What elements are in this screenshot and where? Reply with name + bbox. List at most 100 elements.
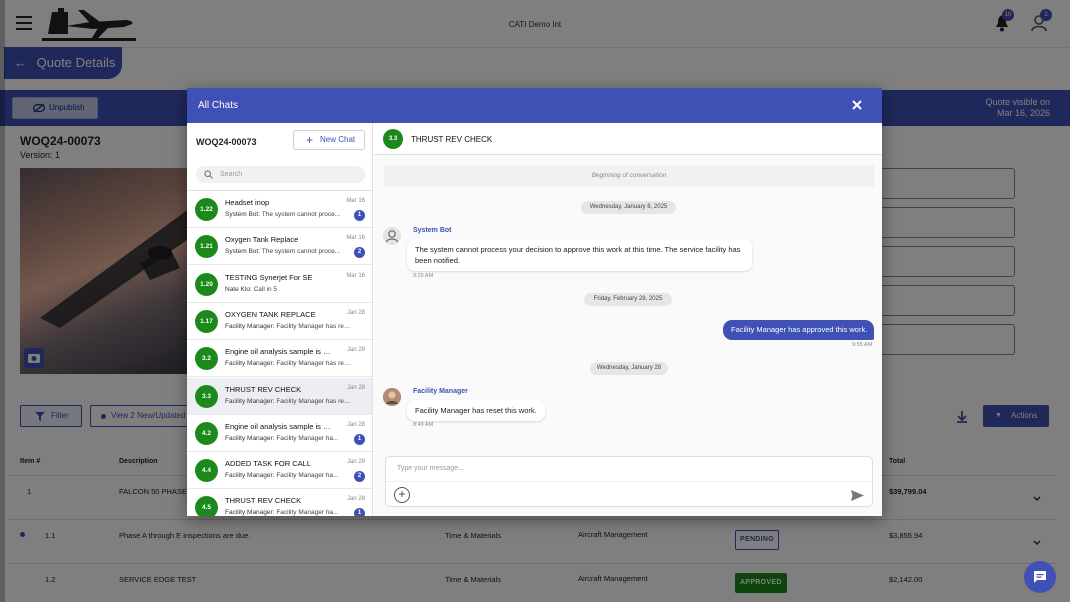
message-bubble: The system cannot process your decision … bbox=[407, 239, 752, 271]
message-time: 9:55 AM bbox=[852, 342, 873, 348]
chat-title: THRUST REV CHECK bbox=[225, 496, 302, 506]
dialog-header: All Chats bbox=[187, 88, 882, 123]
chat-preview: System Bot: The system cannot proce... bbox=[225, 248, 352, 255]
chat-date: Jan 28 bbox=[346, 459, 365, 466]
chat-quote-number: WOQ24-00073 bbox=[196, 137, 257, 147]
message-time: 8:49 AM bbox=[413, 422, 434, 428]
chat-preview-sender: Facility Manager: bbox=[225, 509, 275, 516]
message-time: 9:25 AM bbox=[413, 273, 434, 279]
chat-avatar: 3.2 bbox=[195, 347, 218, 371]
date-divider: Wednesday, January 8, 2025 bbox=[581, 201, 676, 214]
chat-preview: Facility Manager: Facility Manager ha... bbox=[225, 472, 352, 479]
chat-preview-sender: Facility Manager: bbox=[225, 397, 275, 405]
add-attachment-icon[interactable]: + bbox=[394, 487, 410, 503]
chat-preview-text: The system cannot proce... bbox=[261, 248, 341, 256]
avatar bbox=[383, 227, 401, 245]
chat-preview: Facility Manager: Facility Manager ha... bbox=[225, 435, 352, 442]
chat-preview: System Bot: The system cannot proce... bbox=[225, 211, 352, 218]
chat-title: THRUST REV CHECK bbox=[225, 384, 302, 394]
chat-list-item[interactable]: 1.17 OXYGEN TANK REPLACE Jan 28 Facility Ma… bbox=[187, 302, 372, 340]
chat-date: Mar 16 bbox=[346, 198, 365, 204]
message-input[interactable]: Type your message... bbox=[397, 465, 464, 472]
chat-preview-text: Facility Manager has res... bbox=[276, 397, 352, 405]
conversation-start: Beginning of conversation bbox=[384, 165, 874, 187]
chat-title: TESTING Synerjet For SE bbox=[225, 272, 313, 282]
message-composer: Type your message... + bbox=[385, 456, 873, 507]
chat-date: Jan 28 bbox=[346, 421, 365, 428]
chat-title: Oxygen Tank Replace bbox=[225, 235, 299, 245]
conversation-header: 3.3 THRUST REV CHECK bbox=[374, 123, 882, 155]
chat-preview: Facility Manager: Facility Manager ha... bbox=[225, 509, 352, 516]
chat-list: 1.22 Headset inop Mar 16 System Bot: The sy… bbox=[187, 190, 372, 516]
chat-list-item[interactable]: 4.5 THRUST REV CHECK Jan 28 Facility Manage… bbox=[187, 489, 372, 516]
message-sender: System Bot bbox=[413, 227, 452, 234]
chat-date: Mar 16 bbox=[346, 272, 365, 279]
chat-preview-sender: System Bot: bbox=[225, 211, 261, 218]
chat-preview-text: The system cannot proce... bbox=[261, 211, 341, 218]
chat-preview-sender: Nate Klo: bbox=[225, 285, 252, 293]
chat-title: Engine oil analysis sample is due. bbox=[225, 347, 333, 357]
all-chats-dialog: All Chats WOQ24-00073 + New Chat Search … bbox=[187, 88, 882, 516]
date-divider: Friday, February 28, 2025 bbox=[584, 293, 672, 306]
chat-preview: Facility Manager: Facility Manager has r… bbox=[225, 360, 352, 367]
chat-list-item[interactable]: 4.2 Engine oil analysis sample is due. Jan… bbox=[187, 414, 372, 452]
chat-list-item[interactable]: 1.20 TESTING Synerjet For SE Mar 16 Nate Kl… bbox=[187, 265, 372, 303]
chat-title: Headset inop bbox=[225, 198, 270, 207]
date-divider: Wednesday, January 28 bbox=[590, 362, 668, 375]
chat-preview-text: Facility Manager ha... bbox=[276, 434, 339, 442]
chat-avatar: 1.17 bbox=[195, 309, 218, 333]
unread-badge: 2 bbox=[354, 247, 365, 259]
chat-preview-sender: Facility Manager: bbox=[225, 322, 275, 330]
chat-fab[interactable] bbox=[1024, 561, 1056, 593]
conversation-panel: 3.3 THRUST REV CHECK Beginning of conver… bbox=[374, 123, 882, 516]
conversation-title: THRUST REV CHECK bbox=[411, 135, 493, 144]
chat-list-item[interactable]: 1.21 Oxygen Tank Replace Mar 16 System Bot:… bbox=[187, 228, 372, 266]
chat-avatar: 4.5 bbox=[195, 496, 218, 516]
chat-preview: Facility Manager: Facility Manager has r… bbox=[225, 398, 352, 405]
chat-preview-sender: Facility Manager: bbox=[225, 472, 275, 480]
chat-preview-sender: Facility Manager: bbox=[225, 360, 275, 368]
chat-preview-sender: System Bot: bbox=[225, 248, 261, 256]
chat-avatar: 1.21 bbox=[195, 235, 218, 259]
chat-preview-text: Facility Manager has res... bbox=[276, 360, 352, 368]
chat-date: Jan 28 bbox=[346, 384, 365, 391]
chat-list-panel: WOQ24-00073 + New Chat Search 1.22 Headse… bbox=[187, 123, 373, 516]
unread-badge: 1 bbox=[354, 210, 365, 221]
unread-badge: 1 bbox=[354, 508, 365, 516]
chat-preview-sender: Facility Manager: bbox=[225, 434, 275, 442]
message-bubble: Facility Manager has reset this work. bbox=[407, 400, 545, 421]
new-chat-button[interactable]: + New Chat bbox=[293, 130, 365, 150]
search-icon bbox=[204, 170, 213, 179]
chat-list-item[interactable]: 3.3 THRUST REV CHECK Jan 28 Facility Manage… bbox=[187, 377, 372, 415]
chat-avatar: 4.2 bbox=[195, 421, 218, 445]
send-icon[interactable] bbox=[851, 490, 864, 501]
chat-preview: Nate Klo: Call in 5 bbox=[225, 286, 352, 293]
chat-preview: Facility Manager: Facility Manager has r… bbox=[225, 323, 352, 330]
chat-avatar: 3.3 bbox=[195, 384, 218, 408]
plus-icon: + bbox=[306, 133, 314, 147]
unread-badge: 2 bbox=[354, 471, 365, 483]
chat-avatar: 1.20 bbox=[195, 272, 218, 296]
chat-list-item[interactable]: 3.2 Engine oil analysis sample is due. Jan… bbox=[187, 340, 372, 378]
person-icon bbox=[385, 230, 399, 243]
my-message-bubble: Facility Manager has approved this work. bbox=[723, 320, 874, 340]
avatar bbox=[383, 388, 401, 406]
chat-date: Mar 16 bbox=[346, 235, 365, 242]
conversation-avatar: 3.3 bbox=[383, 129, 403, 149]
chat-date: Jan 28 bbox=[346, 496, 365, 503]
chat-title: Engine oil analysis sample is due. bbox=[225, 421, 333, 431]
close-icon[interactable] bbox=[850, 98, 864, 112]
chat-icon bbox=[1034, 571, 1046, 583]
chat-list-item[interactable]: 4.4 ADDED TASK FOR CALL Jan 28 Facility Man… bbox=[187, 452, 372, 490]
person-photo-icon bbox=[383, 388, 401, 406]
chat-avatar: 1.22 bbox=[195, 198, 218, 221]
chat-avatar: 4.4 bbox=[195, 459, 218, 483]
chat-preview-text: Call in 5 bbox=[253, 285, 278, 293]
chat-search-input[interactable]: Search bbox=[196, 166, 365, 183]
chat-date: Jan 28 bbox=[346, 309, 365, 316]
dialog-title: All Chats bbox=[198, 100, 239, 111]
sidebar-edge bbox=[0, 0, 5, 602]
chat-list-item[interactable]: 1.22 Headset inop Mar 16 System Bot: The sy… bbox=[187, 191, 372, 228]
chat-preview-text: Facility Manager has res... bbox=[276, 322, 352, 330]
message-sender: Facility Manager bbox=[413, 388, 468, 395]
